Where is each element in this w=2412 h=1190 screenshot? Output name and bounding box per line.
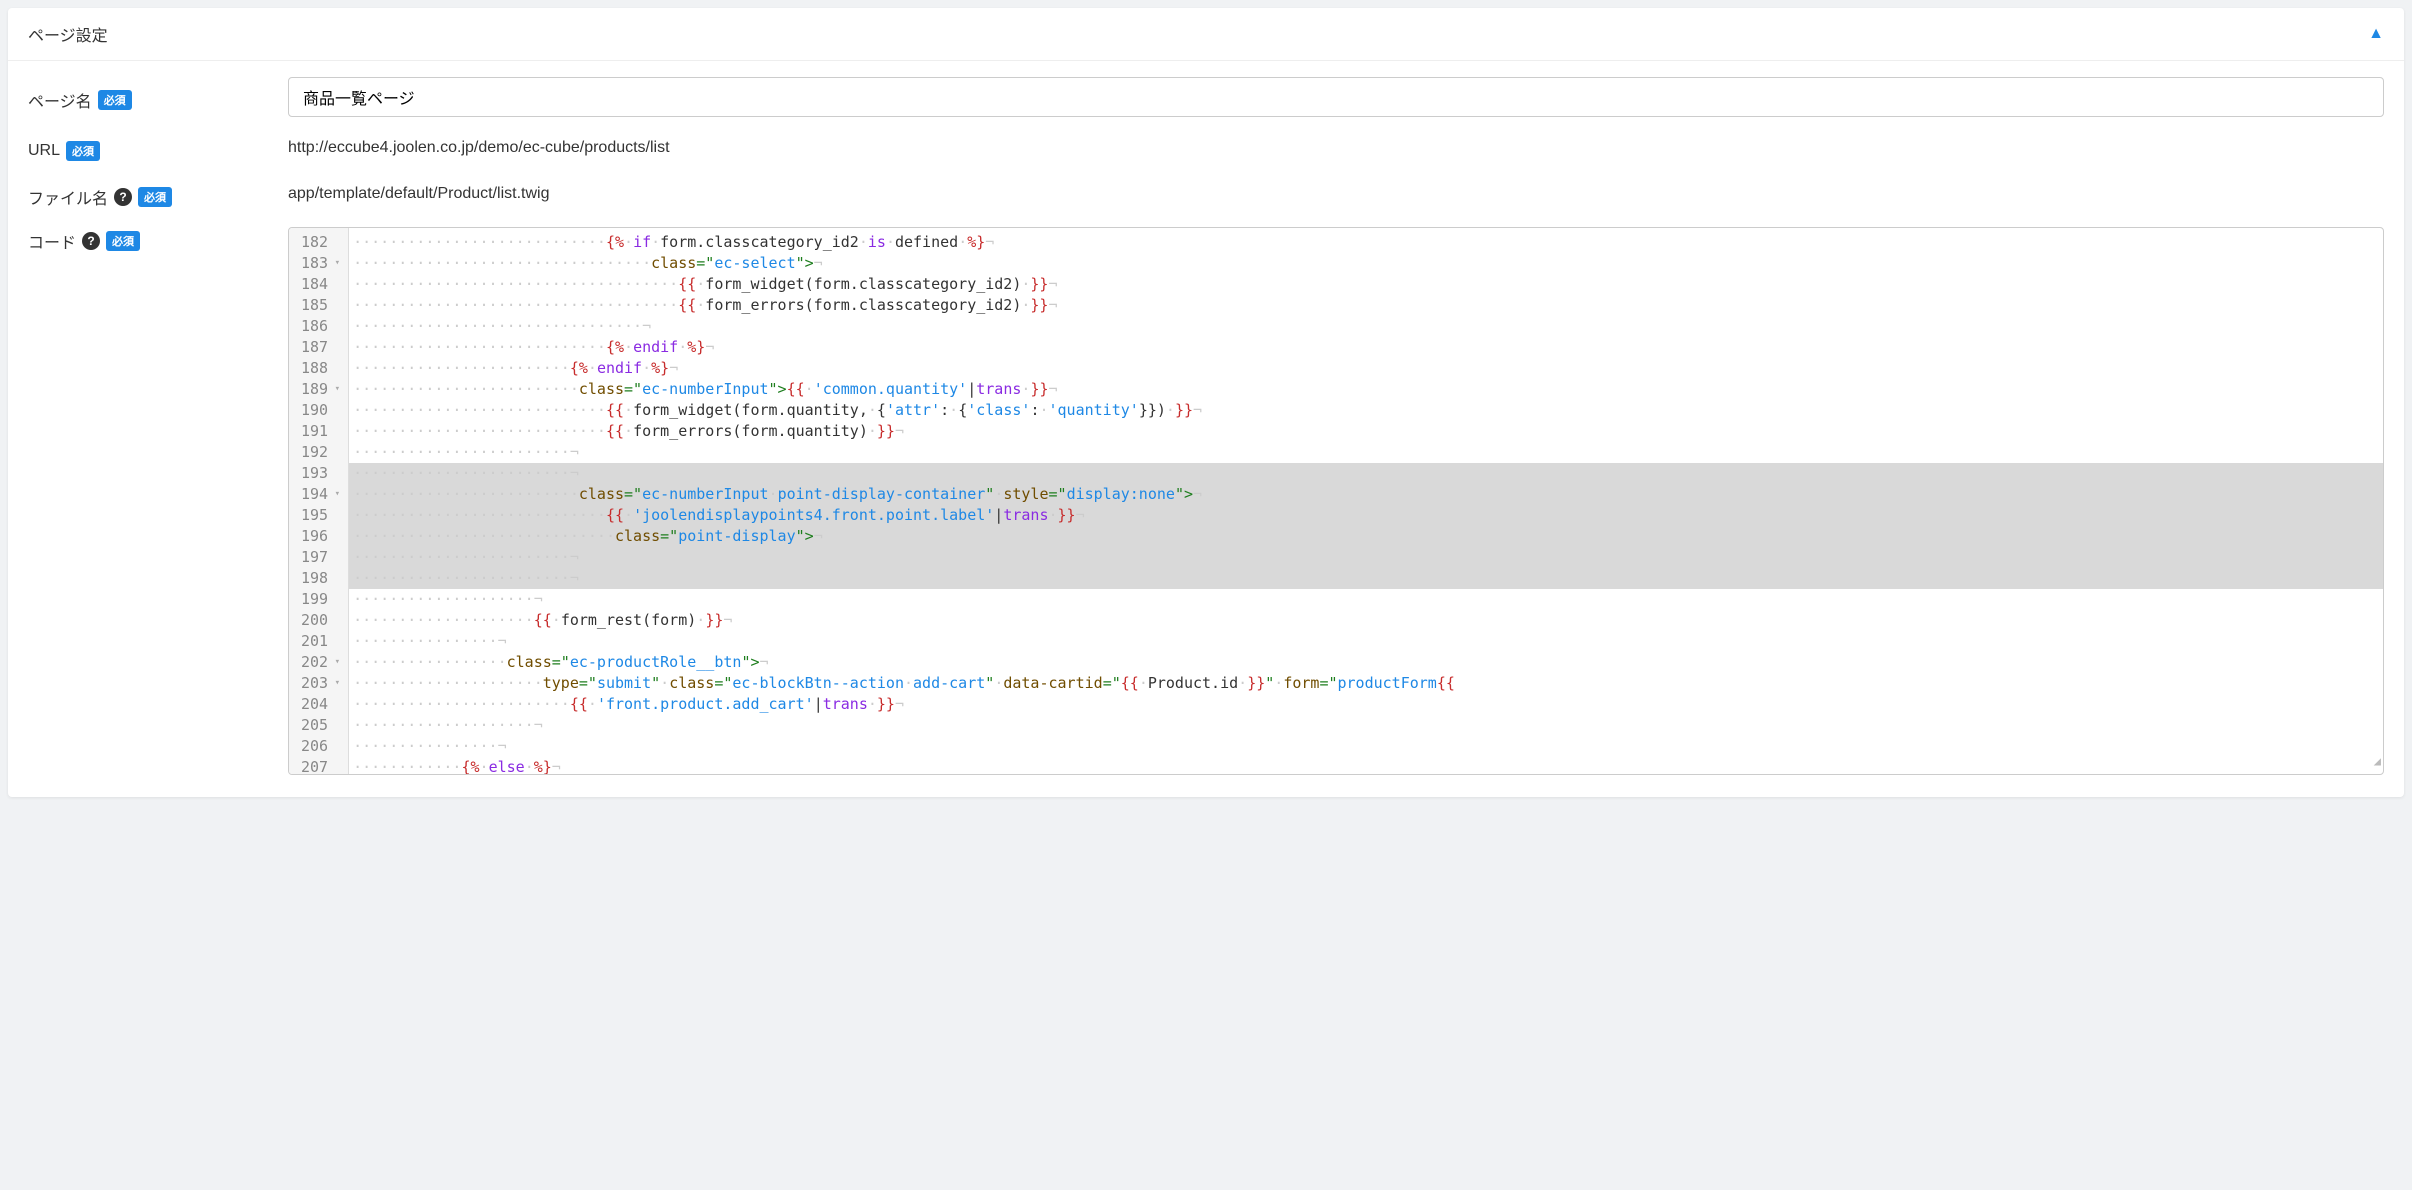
row-code: コード ? 必須 182183▾184185186187188189▾19019… [28,227,2384,775]
file-name-value: app/template/default/Product/list.twig [288,181,2384,207]
line-number: 185 [301,295,340,316]
panel-header: ページ設定 ▲ [8,8,2404,61]
line-number: 192 [301,442,340,463]
line-number: 202▾ [301,652,340,673]
label-page-name: ページ名 必須 [28,82,288,112]
label-text: ファイル名 [28,185,108,209]
code-line[interactable]: ················¬ [349,631,2383,652]
line-number: 190 [301,400,340,421]
collapse-icon[interactable]: ▲ [2368,25,2384,43]
code-area[interactable]: ····························{%·if·form.c… [349,228,2383,774]
line-number: 195 [301,505,340,526]
line-number: 200 [301,610,340,631]
required-badge: 必須 [138,187,172,207]
line-number: 207 [301,757,340,774]
code-line[interactable]: ············{%·else·%}¬ [349,757,2383,774]
required-badge: 必須 [66,141,100,161]
line-number: 186 [301,316,340,337]
code-line[interactable]: ················¬ [349,736,2383,757]
line-number: 187 [301,337,340,358]
line-number: 198 [301,568,340,589]
line-number: 189▾ [301,379,340,400]
code-line[interactable]: ·································class="… [349,253,2383,274]
line-number: 201 [301,631,340,652]
page-settings-panel: ページ設定 ▲ ページ名 必須 URL 必須 http://eccube4.jo… [8,8,2404,797]
line-number: 197 [301,547,340,568]
code-line[interactable]: ·························class="ec-numbe… [349,484,2383,505]
line-number: 193 [301,463,340,484]
code-line[interactable]: ····································{{·f… [349,295,2383,316]
line-number: 203▾ [301,673,340,694]
label-file-name: ファイル名 ? 必須 [28,179,288,209]
panel-title: ページ設定 [28,22,108,46]
code-line[interactable]: ································¬ [349,316,2383,337]
line-number: 194▾ [301,484,340,505]
code-line[interactable]: ····················¬ [349,589,2383,610]
url-value: http://eccube4.joolen.co.jp/demo/ec-cube… [288,135,2384,161]
code-line[interactable]: ····························{{·form_erro… [349,421,2383,442]
code-line[interactable]: ························¬ [349,463,2383,484]
line-number: 183▾ [301,253,340,274]
label-code: コード ? 必須 [28,227,288,253]
code-line[interactable]: ····························{%·endif·%}¬ [349,337,2383,358]
code-line[interactable]: ····························{{·'joolendi… [349,505,2383,526]
code-line[interactable]: ························{%·endif·%}¬ [349,358,2383,379]
row-url: URL 必須 http://eccube4.joolen.co.jp/demo/… [28,135,2384,161]
row-file-name: ファイル名 ? 必須 app/template/default/Product/… [28,179,2384,209]
panel-body: ページ名 必須 URL 必須 http://eccube4.joolen.co.… [8,61,2404,797]
code-line[interactable]: ····························{{·form_widg… [349,400,2383,421]
label-url: URL 必須 [28,135,288,161]
code-editor[interactable]: 182183▾184185186187188189▾19019119219319… [288,227,2384,775]
code-line[interactable]: ·····························class="poin… [349,526,2383,547]
line-number: 196 [301,526,340,547]
required-badge: 必須 [98,90,132,110]
code-line[interactable]: ·························class="ec-numbe… [349,379,2383,400]
line-number: 206 [301,736,340,757]
help-icon[interactable]: ? [114,188,132,206]
code-line[interactable]: ························¬ [349,442,2383,463]
code-line[interactable]: ························{{·'front.produc… [349,694,2383,715]
line-number: 205 [301,715,340,736]
line-gutter: 182183▾184185186187188189▾19019119219319… [289,228,349,774]
line-number: 188 [301,358,340,379]
line-number: 199 [301,589,340,610]
code-line[interactable]: ····················¬ [349,715,2383,736]
code-line[interactable]: ························¬ [349,568,2383,589]
code-line[interactable]: ····························{%·if·form.c… [349,232,2383,253]
resize-handle-icon[interactable]: ◢ [2374,751,2381,772]
code-line[interactable]: ························¬ [349,547,2383,568]
label-text: URL [28,142,60,160]
label-text: コード [28,229,76,253]
code-line[interactable]: ·····················type="submit"·class… [349,673,2383,694]
line-number: 191 [301,421,340,442]
line-number: 204 [301,694,340,715]
page-name-input[interactable] [288,77,2384,117]
label-text: ページ名 [28,88,92,112]
required-badge: 必須 [106,231,140,251]
line-number: 184 [301,274,340,295]
row-page-name: ページ名 必須 [28,77,2384,117]
line-number: 182 [301,232,340,253]
code-line[interactable]: ·················class="ec-productRole__… [349,652,2383,673]
code-line[interactable]: ····································{{·f… [349,274,2383,295]
help-icon[interactable]: ? [82,232,100,250]
code-line[interactable]: ····················{{·form_rest(form)·}… [349,610,2383,631]
